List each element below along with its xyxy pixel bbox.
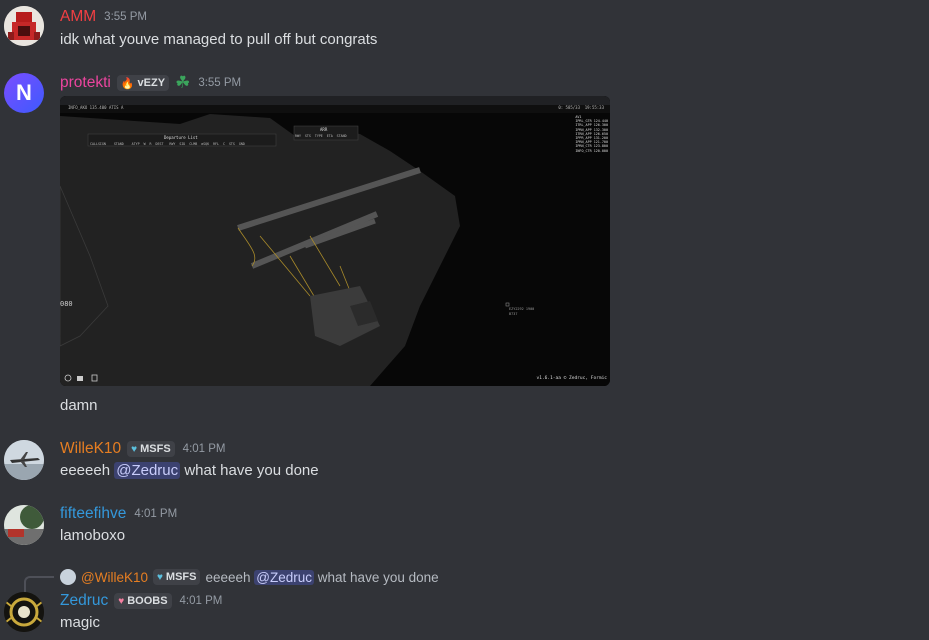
heart-icon: ♥ bbox=[131, 443, 138, 455]
departure-list-columns: CALLSIGN STAND ATYP W R DEST RWY SID CLM… bbox=[90, 142, 245, 146]
radar-screenshot bbox=[60, 96, 610, 386]
avatar[interactable] bbox=[4, 440, 44, 480]
guild-tag[interactable]: ♥ MSFS bbox=[127, 441, 175, 457]
timestamp: 3:55 PM bbox=[104, 11, 147, 23]
user-mention[interactable]: @Zedruc bbox=[114, 462, 181, 479]
avatar[interactable] bbox=[4, 6, 44, 46]
clover-icon: ☘ bbox=[175, 73, 191, 92]
timestamp: 4:01 PM bbox=[182, 443, 226, 455]
message-text: eeeeeh @Zedruc what have you done bbox=[60, 462, 319, 479]
arrival-list-columns: RWY STS TYPE ETA STAND bbox=[295, 134, 347, 138]
radar-clock: 19:55:33 bbox=[584, 105, 604, 110]
traffic-label: EZY2292 1900 B737 bbox=[509, 307, 535, 316]
username[interactable]: protekti bbox=[60, 74, 111, 92]
image-attachment[interactable]: INFO_AKO 135.400 ATIS A 19:55:33 0: 585/… bbox=[60, 96, 610, 386]
reply-connector bbox=[24, 576, 54, 592]
message-text: idk what youve managed to pull off but c… bbox=[60, 31, 378, 48]
radar-readout: INFO_AKO 135.400 ATIS A bbox=[68, 105, 124, 110]
avatar[interactable]: N bbox=[4, 73, 44, 113]
user-mention[interactable]: @Zedruc bbox=[254, 569, 315, 585]
timestamp: 4:01 PM bbox=[134, 508, 178, 520]
username[interactable]: fifteefihve bbox=[60, 505, 126, 523]
heart-icon: ♥ bbox=[156, 571, 163, 583]
frequency-list: AV1 IPRL_GTR 124.440 ITRL_APP 126.300 IP… bbox=[575, 115, 608, 153]
guild-tag[interactable]: 🔥 vEZY bbox=[116, 75, 170, 91]
avatar-letter: N bbox=[16, 80, 32, 105]
timestamp: 4:01 PM bbox=[179, 595, 223, 607]
message-text: magic bbox=[60, 614, 101, 631]
departure-list-title: Departure List bbox=[164, 135, 198, 140]
reply-guild-tag: ♥ MSFS bbox=[152, 569, 201, 585]
reply-avatar bbox=[60, 569, 76, 585]
message-text: damn bbox=[60, 397, 98, 414]
version-label: v1.6.1-aa © Zedruc, Formic bbox=[536, 376, 607, 381]
arrival-list-title: ARR bbox=[320, 127, 328, 132]
reply-text: eeeeeh @Zedruc what have you done bbox=[205, 569, 439, 585]
username[interactable]: WilleK10 bbox=[60, 440, 121, 458]
avatar[interactable] bbox=[4, 592, 44, 632]
reply-preview[interactable]: @WilleK10 ♥ MSFS eeeeeh @Zedruc what hav… bbox=[60, 569, 439, 585]
username[interactable]: Zedruc bbox=[60, 592, 108, 610]
flame-icon: 🔥 bbox=[120, 77, 135, 90]
username[interactable]: AMM bbox=[60, 8, 96, 26]
heart-icon: ♥ bbox=[118, 595, 125, 607]
avatar[interactable] bbox=[4, 505, 44, 545]
message-text: lamoboxo bbox=[60, 527, 126, 544]
left-label: 080 bbox=[60, 300, 73, 308]
timestamp: 3:55 PM bbox=[198, 77, 242, 89]
radar-status: 0: 585/33 bbox=[558, 105, 580, 110]
reply-username[interactable]: @WilleK10 bbox=[81, 570, 148, 585]
guild-tag[interactable]: ♥ BOOBS bbox=[114, 593, 172, 609]
